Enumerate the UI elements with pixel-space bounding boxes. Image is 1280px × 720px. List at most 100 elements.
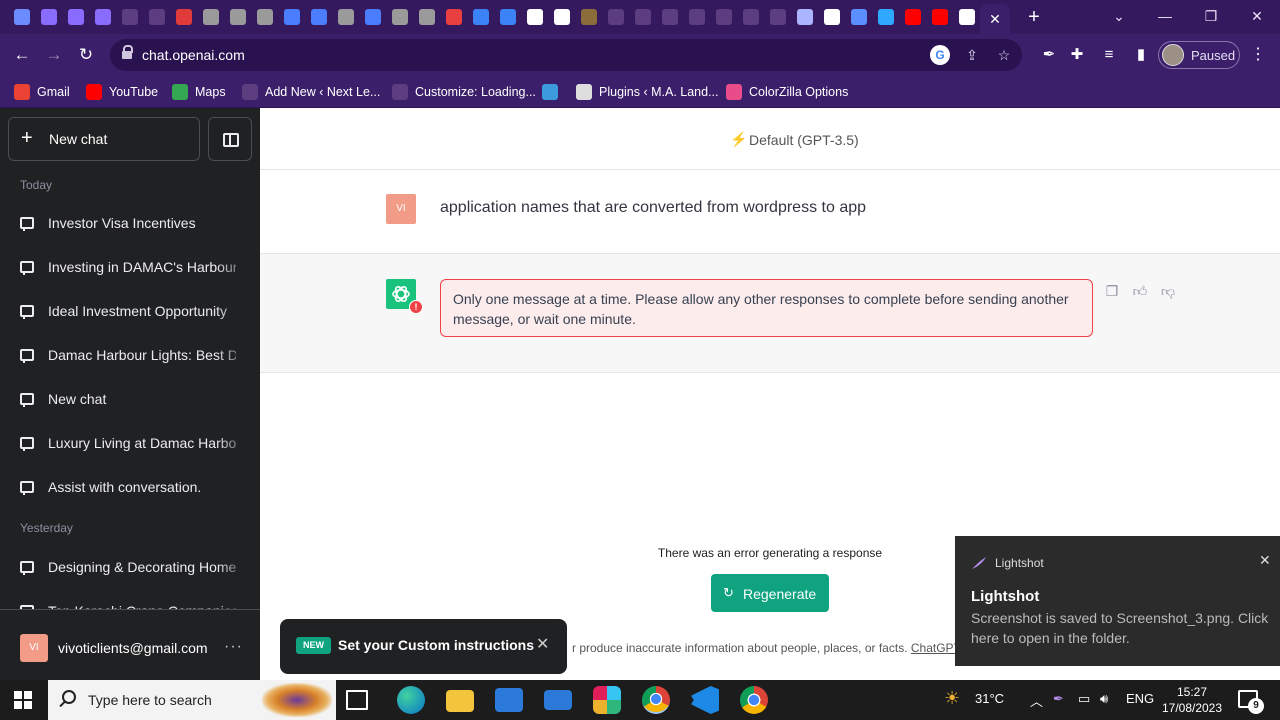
bookmark-0[interactable]: Gmail (14, 83, 70, 101)
browser-tab-17[interactable] (467, 0, 494, 34)
chat-history-item[interactable]: Assist with conversation. (8, 468, 252, 508)
microsoft-store-icon[interactable] (495, 688, 523, 712)
browser-tab-12[interactable] (332, 0, 359, 34)
browser-tab-29[interactable] (791, 0, 818, 34)
back-button[interactable]: ← (9, 42, 35, 68)
browser-tab-34[interactable] (926, 0, 953, 34)
custom-instructions-toast[interactable]: NEW Set your Custom instructions ✕ (280, 619, 567, 674)
temperature[interactable]: 31°C (975, 691, 1004, 706)
browser-tab-14[interactable] (386, 0, 413, 34)
task-view-icon[interactable] (346, 690, 368, 710)
search-highlight-image[interactable] (262, 683, 332, 717)
file-explorer-icon[interactable] (446, 690, 474, 712)
new-chat-button[interactable]: + New chat (8, 117, 200, 161)
browser-tab-25[interactable] (683, 0, 710, 34)
weather-icon[interactable]: ☀ (944, 688, 960, 709)
address-bar[interactable]: chat.openai.com G ⇪ ☆ (110, 39, 1022, 71)
browser-tab-10[interactable] (278, 0, 305, 34)
browser-tab-2[interactable] (62, 0, 89, 34)
bookmark-4[interactable]: Customize: Loading... (392, 83, 536, 101)
browser-tab-18[interactable] (494, 0, 521, 34)
chat-history-item[interactable]: Investor Visa Incentives (8, 204, 252, 244)
browser-tab-1[interactable] (35, 0, 62, 34)
browser-tab-23[interactable] (629, 0, 656, 34)
media-queue-icon[interactable]: ≡ (1098, 44, 1120, 66)
browser-tab-6[interactable] (170, 0, 197, 34)
clock[interactable]: 15:27 17/08/2023 (1160, 684, 1224, 716)
chrome-icon[interactable] (740, 686, 768, 714)
new-tab-button[interactable]: + (1022, 4, 1046, 30)
browser-tab-3[interactable] (89, 0, 116, 34)
edge-icon[interactable] (397, 686, 425, 714)
vscode-icon[interactable] (691, 686, 719, 714)
chat-history-item[interactable]: New chat (8, 380, 252, 420)
disclaimer-link[interactable]: ChatGPT (911, 641, 961, 655)
browser-tab-9[interactable] (251, 0, 278, 34)
close-toast-icon[interactable]: ✕ (536, 634, 549, 654)
chat-history-item[interactable]: Ideal Investment Opportunity (8, 292, 252, 332)
browser-tab-35[interactable] (953, 0, 980, 34)
notification-body[interactable]: Screenshot is saved to Screenshot_3.png.… (971, 608, 1280, 648)
volume-icon[interactable]: 🔊︎ (1100, 691, 1108, 707)
chat-history-item[interactable]: Investing in DAMAC's Harbour (8, 248, 252, 288)
bookmark-5[interactable] (542, 83, 565, 101)
lightshot-notification[interactable]: Lightshot ✕ Lightshot Screenshot is save… (955, 536, 1280, 666)
chrome-icon-active[interactable] (642, 686, 670, 714)
thumbs-down-icon[interactable]: 👎︎ (1159, 283, 1177, 301)
regenerate-button[interactable]: ↻ Regenerate (711, 574, 829, 612)
chat-history-item[interactable]: Damac Harbour Lights: Best D (8, 336, 252, 376)
forward-button[interactable]: → (41, 42, 67, 68)
close-notification-icon[interactable]: ✕ (1259, 552, 1271, 569)
toggle-sidebar-button[interactable] (208, 117, 252, 161)
tab-search-icon[interactable]: ⌄ (1096, 0, 1142, 34)
browser-tab-24[interactable] (656, 0, 683, 34)
restore-button[interactable]: ❐ (1188, 0, 1234, 34)
side-panel-icon[interactable]: ▮ (1130, 44, 1152, 66)
chat-history-item[interactable]: Designing & Decorating Home (8, 548, 252, 588)
browser-menu-icon[interactable]: ⋮ (1250, 44, 1266, 64)
browser-tab-4[interactable] (116, 0, 143, 34)
lock-icon[interactable] (122, 45, 133, 61)
close-tab-icon[interactable]: ✕ (989, 11, 1001, 28)
browser-tab-26[interactable] (710, 0, 737, 34)
mail-icon[interactable] (544, 690, 572, 710)
copy-icon[interactable]: ❐ (1103, 283, 1121, 301)
browser-tab-8[interactable] (224, 0, 251, 34)
share-icon[interactable]: ⇪ (962, 45, 982, 65)
browser-tab-21[interactable] (575, 0, 602, 34)
browser-tab-31[interactable] (845, 0, 872, 34)
extensions-puzzle-icon[interactable]: ✚ (1066, 44, 1088, 66)
google-lens-icon[interactable]: G (930, 45, 950, 65)
browser-tab-0[interactable] (8, 0, 35, 34)
bookmark-7[interactable]: ColorZilla Options (726, 83, 848, 101)
bookmark-6[interactable]: Plugins ‹ M.A. Land... (576, 83, 719, 101)
more-options-icon[interactable]: ··· (224, 638, 243, 656)
chat-history-item[interactable]: Luxury Living at Damac Harbo (8, 424, 252, 464)
browser-tab-15[interactable] (413, 0, 440, 34)
user-menu[interactable]: VI vivoticlients@gmail.com ··· (0, 609, 260, 680)
bookmark-1[interactable]: YouTube (86, 83, 158, 101)
language-indicator[interactable]: ENG (1126, 691, 1154, 706)
minimize-button[interactable]: — (1142, 0, 1188, 34)
browser-tab-19[interactable] (521, 0, 548, 34)
network-icon[interactable]: ▭ (1078, 691, 1090, 707)
bookmark-3[interactable]: Add New ‹ Next Le... (242, 83, 380, 101)
browser-tab-32[interactable] (872, 0, 899, 34)
taskbar-search[interactable]: Type here to search (48, 680, 336, 720)
browser-tab-30[interactable] (818, 0, 845, 34)
windows-start-icon[interactable] (14, 691, 32, 709)
bookmark-2[interactable]: Maps (172, 83, 226, 101)
reload-button[interactable]: ↻ (73, 42, 99, 68)
toast-text[interactable]: Set your Custom instructions (338, 637, 534, 653)
browser-tab-28[interactable] (764, 0, 791, 34)
browser-tab-22[interactable] (602, 0, 629, 34)
lightshot-tray-icon[interactable]: ✒ (1053, 691, 1064, 707)
thumbs-up-icon[interactable]: 👍︎ (1131, 283, 1149, 301)
slack-icon[interactable] (593, 686, 621, 714)
browser-tab-27[interactable] (737, 0, 764, 34)
browser-tab-33[interactable] (899, 0, 926, 34)
browser-tab-7[interactable] (197, 0, 224, 34)
browser-tab-5[interactable] (143, 0, 170, 34)
url-text[interactable]: chat.openai.com (142, 47, 245, 63)
bookmark-star-icon[interactable]: ☆ (994, 45, 1014, 65)
